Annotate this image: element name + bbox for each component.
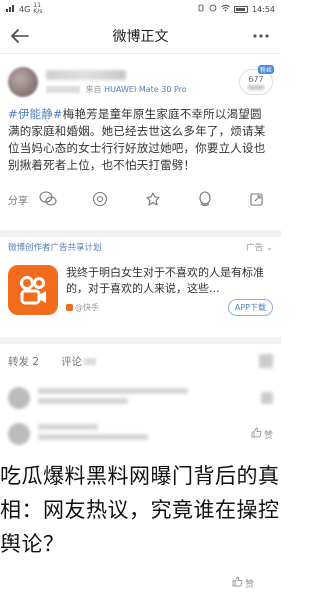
post-text: #伊能静#梅艳芳是童年原生家庭不幸所以渴望圆满的家庭和婚姻。她已经去世这么多年了… (8, 106, 273, 174)
wechat-share-icon[interactable] (38, 189, 58, 209)
qq-share-icon[interactable] (195, 189, 215, 209)
ad-text[interactable]: 我终于明白女生对于不喜欢的人是有标准的，对于喜欢的人来说，这些... (66, 265, 273, 297)
kuaishou-logo-icon (20, 276, 46, 305)
tab-likes-blurred[interactable] (259, 354, 273, 368)
share-icons (38, 189, 273, 209)
thumb-up-icon (251, 427, 262, 441)
ad-header: 微博创作者广告共享计划 广告 ⌄ (8, 237, 273, 257)
follow-tag: 粉丝 (257, 65, 274, 74)
section-divider (0, 230, 281, 237)
forward-share-icon[interactable] (247, 189, 267, 209)
status-left: 4G 11 K/s (6, 3, 42, 15)
net-speed: 11 K/s (33, 2, 43, 15)
like-icon (261, 392, 273, 404)
ad-body: 我终于明白女生对于不喜欢的人是有标准的，对于喜欢的人来说，这些... @快手 A… (8, 265, 273, 316)
ad-content: 我终于明白女生对于不喜欢的人是有标准的，对于喜欢的人来说，这些... @快手 A… (66, 265, 273, 316)
follow-button[interactable]: 粉丝 677 (239, 65, 274, 95)
page-title: 微博正文 (112, 28, 169, 45)
share-label: 分享 (8, 195, 28, 207)
device-link[interactable]: HUAWEI Mate 30 Pro (104, 85, 187, 94)
ad-sponsor[interactable]: 微博创作者广告共享计划 (8, 241, 102, 253)
author-avatar[interactable] (8, 67, 38, 97)
app-download-button[interactable]: APP下载 (227, 299, 273, 316)
nav-bar: 微博正文 (0, 18, 281, 54)
carrier-signal: 4G (19, 4, 31, 14)
comment-content-blurred (38, 424, 251, 444)
back-arrow-icon (11, 28, 29, 43)
author-row: 来自 HUAWEI Mate 30 Pro 粉丝 677 (8, 62, 274, 102)
thumb-up-icon (232, 576, 243, 590)
comment-like-button[interactable] (261, 392, 273, 404)
overlay-headline: 吃瓜爆料黑料网曝门背后的真相：网友热议，究竟谁在操控舆论？ (0, 464, 280, 556)
tabs-row: 转发 2 评论 (0, 346, 281, 376)
hashtag-link[interactable]: #伊能静# (8, 107, 63, 121)
status-time: 14:54 (251, 4, 275, 14)
status-bar: 4G 11 K/s 14:54 (0, 0, 281, 18)
author-meta: 来自 HUAWEI Mate 30 Pro (46, 69, 239, 95)
signal-icon (6, 4, 16, 14)
section-divider-2 (0, 337, 281, 344)
alarm-icon (209, 4, 217, 14)
meta-prefix: 来自 (85, 84, 102, 94)
follow-count: 677 (248, 74, 264, 84)
chevron-down-icon: ⌄ (265, 243, 273, 253)
post-time-blurred (46, 85, 80, 93)
bottom-like-button[interactable]: 赞 (232, 576, 254, 590)
kuaishou-small-icon (66, 304, 73, 311)
more-dots-icon (253, 33, 269, 38)
comment-row[interactable]: 赞 (0, 416, 281, 452)
post: 来自 HUAWEI Mate 30 Pro 粉丝 677 #伊能静#梅艳芳是童年… (0, 54, 281, 230)
ad-footer: @快手 APP下载 (66, 299, 273, 316)
vibrate-icon (197, 4, 205, 14)
comment-avatar[interactable] (8, 423, 30, 445)
kuaishou-logo[interactable] (8, 265, 58, 315)
follow-sub-blurred (248, 84, 264, 90)
post-meta: 来自 HUAWEI Mate 30 Pro (46, 84, 239, 95)
comment-content-blurred (38, 388, 261, 408)
tab-repost[interactable]: 转发 2 (8, 354, 39, 369)
wifi-icon (221, 4, 230, 14)
battery-icon (233, 5, 248, 13)
weibo-share-icon[interactable] (143, 189, 163, 209)
author-name-blurred[interactable] (46, 69, 126, 80)
comment-avatar[interactable] (8, 387, 30, 409)
ad-tag[interactable]: 广告 ⌄ (246, 241, 273, 253)
tab-comments[interactable]: 评论 (61, 354, 97, 369)
moments-share-icon[interactable] (90, 189, 110, 209)
share-row: 分享 (8, 184, 273, 214)
comment-like-button[interactable]: 赞 (251, 427, 273, 441)
status-right: 14:54 (197, 4, 275, 14)
comment-row[interactable] (0, 380, 281, 416)
back-button[interactable] (8, 24, 32, 48)
ad-card[interactable]: 微博创作者广告共享计划 广告 ⌄ 我终于明白女生对于不喜欢的人是有标准的，对于喜… (0, 237, 281, 337)
more-button[interactable] (249, 24, 273, 48)
ad-source: @快手 (66, 302, 99, 313)
